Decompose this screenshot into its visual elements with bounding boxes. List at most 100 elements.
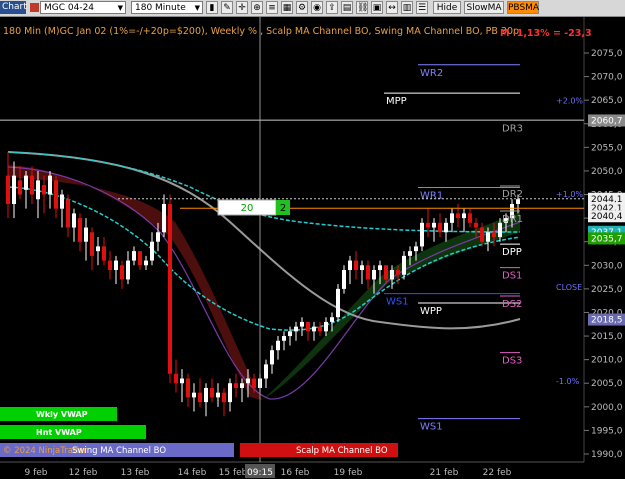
instrument-value: MGC 04-24 <box>44 3 95 13</box>
interval-selector[interactable]: 180 Minute ▼ <box>131 1 203 14</box>
candle-body <box>216 392 220 398</box>
properties-icon[interactable]: ⚙ <box>296 1 308 14</box>
candle-body <box>138 251 142 266</box>
link-icon[interactable]: ⛓ <box>356 1 368 14</box>
pbsma-button[interactable]: PBSMA <box>507 1 539 14</box>
candle-body <box>456 213 460 219</box>
candle-body <box>222 392 226 403</box>
candle-body <box>414 246 418 252</box>
candle-body <box>144 260 148 266</box>
candle-body <box>240 383 244 388</box>
percent-label: CLOSE <box>556 283 582 292</box>
candle-body <box>120 265 124 280</box>
price-tick-label: 2070,0 <box>591 73 623 83</box>
time-label: 12 feb <box>69 468 98 478</box>
candle-body <box>174 373 178 384</box>
candle-body <box>180 378 184 384</box>
chevron-down-icon: ▼ <box>194 4 200 12</box>
price-tick-label: 2050,0 <box>591 167 623 177</box>
candle-body <box>300 321 304 327</box>
candle-body <box>186 378 190 398</box>
candle-body <box>276 340 280 351</box>
time-label: 9 feb <box>24 468 47 478</box>
candle-body <box>234 383 238 388</box>
candle-body <box>84 227 88 242</box>
candle-body <box>444 222 448 233</box>
vwap-badge-label: Hnt VWAP <box>36 428 82 437</box>
candle-body <box>420 222 424 247</box>
pivot-level-label: DPP <box>502 247 522 258</box>
time-label: 22 feb <box>483 468 512 478</box>
layout-icon[interactable]: ▥ <box>401 1 413 14</box>
candle-body <box>72 213 76 228</box>
candle-body <box>318 326 322 332</box>
candle-body <box>78 218 82 242</box>
price-tick-label: 1995,0 <box>591 426 623 436</box>
candle-body <box>378 265 382 271</box>
zoom-icon[interactable]: ⊕ <box>251 1 263 14</box>
chart-tab[interactable]: Chart <box>0 1 27 14</box>
chevron-down-icon: ▼ <box>117 4 123 12</box>
share-icon[interactable]: ⇪ <box>326 1 338 14</box>
candle-body <box>480 227 484 242</box>
candle-body <box>492 232 496 237</box>
candle-body <box>90 232 94 256</box>
data-box-icon[interactable]: ▦ <box>281 1 293 14</box>
slowma-button[interactable]: SlowMA <box>464 1 504 14</box>
indicator-icon[interactable]: ▮ <box>206 1 218 14</box>
chart-title: 180 Min (M)GC Jan 02 (1%=-/+20p=$200), W… <box>3 26 519 37</box>
price-marker-label: 2018,5 <box>591 316 623 326</box>
pivot-level-label: DS1 <box>502 271 522 282</box>
candle-body <box>384 265 388 280</box>
candle-body <box>336 288 340 318</box>
candle-body <box>348 260 352 271</box>
swing-channel-label: Swing MA Channel BO <box>72 446 166 456</box>
candle-body <box>462 213 466 219</box>
draw-icon[interactable]: ✎ <box>221 1 233 14</box>
candle-body <box>486 232 490 242</box>
candle-body <box>132 251 136 261</box>
instrument-selector[interactable]: MGC 04-24 ▼ <box>40 1 126 14</box>
price-marker-label: 2035,7 <box>591 234 623 244</box>
time-label: 15 feb <box>219 468 248 478</box>
candle-body <box>402 255 406 275</box>
time-label: 13 feb <box>121 468 150 478</box>
candle-body <box>18 180 22 195</box>
scroll-icon[interactable]: ↔ <box>386 1 398 14</box>
candle-body <box>306 321 310 332</box>
chart-trader-icon[interactable]: ▣ <box>371 1 383 14</box>
price-tick-label: 2025,0 <box>591 285 623 295</box>
vwap-badge-label: Wkly VWAP <box>36 410 88 419</box>
candle-body <box>246 378 250 384</box>
link-flag-icon[interactable] <box>30 3 39 12</box>
settings-icon[interactable]: ☰ <box>416 1 428 14</box>
candle-body <box>396 270 400 275</box>
price-tick-label: 2055,0 <box>591 143 623 153</box>
candle-body <box>156 232 160 242</box>
candle-body <box>66 199 70 228</box>
price-tick-label: 2015,0 <box>591 332 623 342</box>
template-icon[interactable]: ▤ <box>341 1 353 14</box>
candle-body <box>198 392 202 403</box>
percent-label: +2.0% <box>556 96 583 105</box>
pivot-level-label: WS1 <box>420 422 443 433</box>
pivot-level-label: WR2 <box>420 68 443 79</box>
scalp-channel-label: Scalp MA Channel BO <box>296 446 388 456</box>
price-tick-label: 2065,0 <box>591 96 623 106</box>
candle-body <box>48 175 52 195</box>
crosshair-icon[interactable]: ✛ <box>236 1 248 14</box>
strategy-icon[interactable]: ≡ <box>266 1 278 14</box>
pivot-level-label: DR3 <box>502 123 523 134</box>
candle-body <box>228 383 232 403</box>
interval-value: 180 Minute <box>135 3 186 13</box>
time-label: 19 feb <box>334 468 363 478</box>
candle-body <box>474 222 478 228</box>
snapshot-icon[interactable]: ◉ <box>311 1 323 14</box>
candle-body <box>102 246 106 261</box>
price-chart[interactable]: 180 Min (M)GC Jan 02 (1%=-/+20p=$200), W… <box>0 17 625 479</box>
candle-body <box>390 270 394 280</box>
candle-body <box>6 175 10 204</box>
order-qty: 20 <box>241 203 254 214</box>
hide-button[interactable]: Hide <box>433 1 461 14</box>
candle-body <box>162 203 166 233</box>
